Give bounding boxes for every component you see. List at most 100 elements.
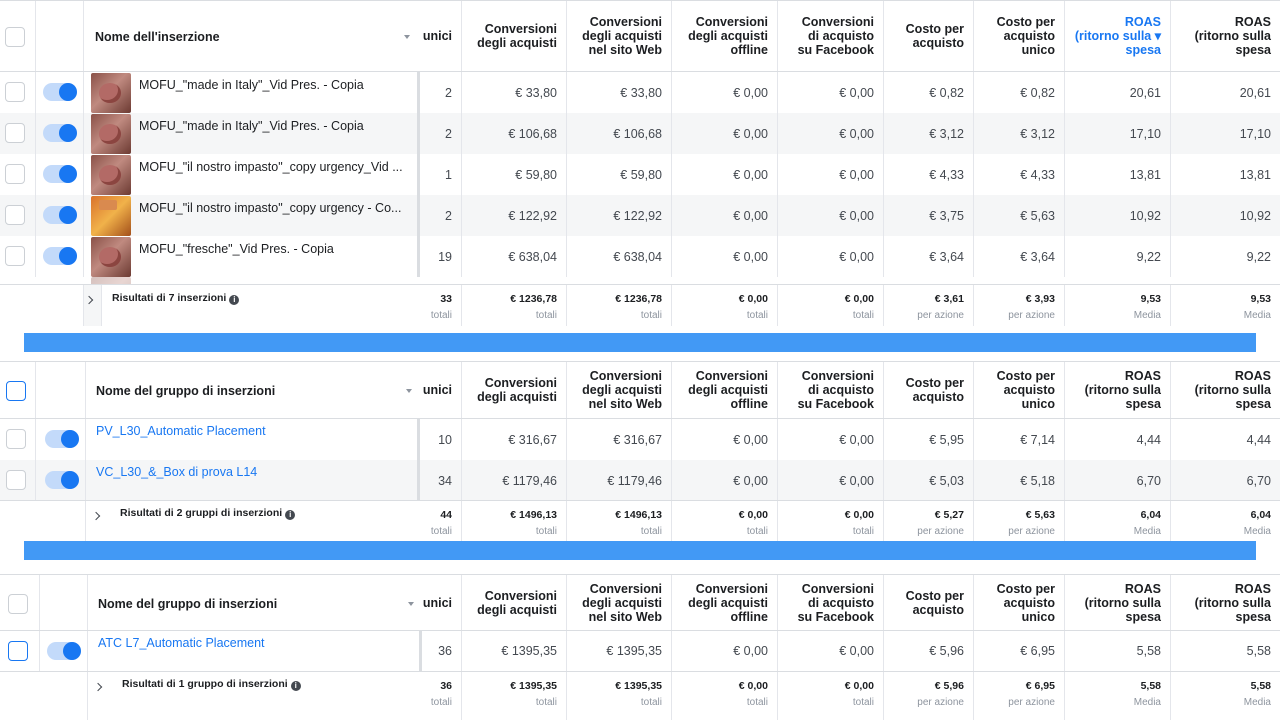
info-icon[interactable]: i xyxy=(290,681,301,691)
sort-caret-icon[interactable] xyxy=(406,389,412,393)
column-header-costo-unico[interactable]: Costo per acquisto unico xyxy=(974,1,1065,71)
column-header-conv-facebook[interactable]: Conversioni di acquisto su Facebook xyxy=(778,362,884,418)
column-header-costo-acquisto[interactable]: Costo per acquisto xyxy=(884,1,974,71)
summary-row: Risultati di 7 inserzioni i 33 totali € 12… xyxy=(0,284,1280,326)
status-toggle[interactable] xyxy=(43,165,77,183)
column-header-roas[interactable]: ROAS (ritorno sulla spesa xyxy=(1171,1,1280,71)
table-row: MOFU_"made in Italy"_Vid Pres. - Copia 2 €… xyxy=(0,72,1280,113)
column-header-roas-2[interactable]: ROAS (ritorno sulla spesa xyxy=(1171,362,1280,418)
cell-costo: € 5,03 xyxy=(884,460,974,501)
column-header-roas-sorted[interactable]: ROAS (ritorno sulla ▾ spesa xyxy=(1065,1,1171,71)
ad-thumbnail[interactable] xyxy=(91,114,131,154)
row-checkbox[interactable] xyxy=(8,641,28,661)
info-icon[interactable]: i xyxy=(285,510,296,520)
row-checkbox[interactable] xyxy=(5,246,25,266)
cell-unici: 2 xyxy=(420,195,462,236)
separator-band xyxy=(24,333,1256,352)
row-checkbox[interactable] xyxy=(6,429,26,449)
chevron-right-icon[interactable] xyxy=(93,682,103,692)
adset-name-link[interactable]: VC_L30_&_Box di prova L14 xyxy=(96,465,257,479)
column-header-roas[interactable]: ROAS (ritorno sulla spesa xyxy=(1065,575,1171,630)
column-header-conv-facebook[interactable]: Conversioni di acquisto su Facebook xyxy=(778,575,884,630)
column-header-conv-offline[interactable]: Conversioni degli acquisti offline xyxy=(672,1,778,71)
row-checkbox[interactable] xyxy=(5,164,25,184)
select-all-checkbox[interactable] xyxy=(5,27,25,47)
summary-costo-unico: € 6,95 per azione xyxy=(974,672,1065,720)
column-header-unici[interactable]: unici xyxy=(422,575,462,630)
ad-thumbnail[interactable] xyxy=(91,73,131,113)
cell-web: € 1395,35 xyxy=(567,631,672,671)
cell-roas1: 5,58 xyxy=(1065,631,1171,671)
column-header-conv-offline[interactable]: Conversioni degli acquisti offline xyxy=(672,575,778,630)
select-all-checkbox[interactable] xyxy=(8,594,28,614)
column-header-costo-unico[interactable]: Costo per acquisto unico xyxy=(974,575,1065,630)
column-header-unici[interactable]: unici xyxy=(420,1,462,71)
column-header-unici[interactable]: unici xyxy=(420,362,462,418)
status-toggle[interactable] xyxy=(43,124,77,142)
cell-costo: € 4,33 xyxy=(884,154,974,195)
cell-roas2: 9,22 xyxy=(1246,249,1271,264)
status-toggle[interactable] xyxy=(45,430,79,448)
ad-name[interactable]: MOFU_"made in Italy"_Vid Pres. - Copia xyxy=(139,78,409,92)
sort-caret-icon[interactable] xyxy=(408,602,414,606)
info-icon[interactable]: i xyxy=(229,295,240,305)
row-checkbox[interactable] xyxy=(5,205,25,225)
column-header-conv-facebook[interactable]: Conversioni di acquisto su Facebook xyxy=(778,1,884,71)
status-toggle[interactable] xyxy=(47,642,81,660)
adset-name-link[interactable]: ATC L7_Automatic Placement xyxy=(98,636,265,650)
cell-fb: € 0,00 xyxy=(778,72,884,113)
ads-table-panel: Nome dell'inserzione unici Conversioni d… xyxy=(0,0,1280,326)
ad-name[interactable]: MOFU_"made in Italy"_Vid Pres. - Copia xyxy=(139,119,409,133)
cell-web: € 106,68 xyxy=(567,113,672,154)
ad-name[interactable]: MOFU_"il nostro impasto"_copy urgency - … xyxy=(139,201,409,215)
status-toggle[interactable] xyxy=(45,471,79,489)
column-header-conv-acquisti[interactable]: Conversioni degli acquisti xyxy=(462,362,567,418)
ad-thumbnail[interactable] xyxy=(91,155,131,195)
column-header-conv-web[interactable]: Conversioni degli acquisti nel sito Web xyxy=(567,575,672,630)
column-header-conv-web[interactable]: Conversioni degli acquisti nel sito Web xyxy=(567,362,672,418)
ad-name[interactable]: MOFU_"fresche"_Vid Pres. - Copia xyxy=(139,242,409,256)
column-header-costo-acquisto[interactable]: Costo per acquisto xyxy=(884,575,974,630)
status-toggle[interactable] xyxy=(43,247,77,265)
ad-thumbnail[interactable] xyxy=(91,237,131,277)
summary-unici: 33 totali xyxy=(420,285,462,326)
ad-thumbnail[interactable] xyxy=(91,277,131,284)
status-toggle[interactable] xyxy=(43,83,77,101)
column-header-costo-acquisto[interactable]: Costo per acquisto xyxy=(884,362,974,418)
column-header-conv-acquisti[interactable]: Conversioni degli acquisti xyxy=(462,575,567,630)
row-checkbox[interactable] xyxy=(5,123,25,143)
column-header-conv-offline[interactable]: Conversioni degli acquisti offline xyxy=(672,362,778,418)
column-header-name[interactable]: Nome del gruppo di inserzioni xyxy=(98,597,277,611)
table-row: PV_L30_Automatic Placement 10 € 316,67 € 31… xyxy=(0,419,1280,460)
cell-roas2: 20,61 xyxy=(1239,85,1271,100)
ad-thumbnail[interactable] xyxy=(91,196,131,236)
adset-name-link[interactable]: PV_L30_Automatic Placement xyxy=(96,424,266,438)
status-toggle[interactable] xyxy=(43,206,77,224)
table-header: Nome del gruppo di inserzioni unici Conv… xyxy=(0,574,1280,631)
column-header-conv-acquisti[interactable]: Conversioni degli acquisti xyxy=(462,1,567,71)
table-row: MOFU_"il nostro impasto"_copy urgency_Vi… xyxy=(0,154,1280,195)
cell-conv: € 1395,35 xyxy=(462,631,567,671)
table-row: MOFU_"il nostro impasto"_copy urgency - … xyxy=(0,195,1280,236)
cell-roas1: 6,70 xyxy=(1065,460,1171,501)
cell-costo: € 3,64 xyxy=(884,236,974,277)
column-header-name[interactable]: Nome dell'inserzione xyxy=(95,30,220,44)
summary-roas1: 9,53 Media xyxy=(1065,285,1171,326)
select-all-checkbox[interactable] xyxy=(6,381,26,401)
summary-unici: 44 totali xyxy=(420,501,462,541)
sort-caret-icon[interactable] xyxy=(404,35,410,39)
column-header-costo-unico[interactable]: Costo per acquisto unico xyxy=(974,362,1065,418)
column-header-conv-web[interactable]: Conversioni degli acquisti nel sito Web xyxy=(567,1,672,71)
column-header-roas[interactable]: ROAS (ritorno sulla spesa xyxy=(1065,362,1171,418)
chevron-right-icon[interactable] xyxy=(91,511,101,521)
column-header-roas-2[interactable]: ROAS (ritorno sulla spesa xyxy=(1171,575,1280,630)
cell-roas2: 6,70 xyxy=(1246,473,1271,488)
cell-roas2: 10,92 xyxy=(1239,208,1271,223)
row-checkbox[interactable] xyxy=(6,470,26,490)
row-checkbox[interactable] xyxy=(5,82,25,102)
ad-name[interactable]: MOFU_"il nostro impasto"_copy urgency_Vi… xyxy=(139,160,409,174)
column-header-name[interactable]: Nome del gruppo di inserzioni xyxy=(96,384,275,398)
summary-conv: € 1236,78 totali xyxy=(462,285,567,326)
cell-fb: € 0,00 xyxy=(778,154,884,195)
summary-row: Risultati di 2 gruppi di inserzioni i 44 t… xyxy=(0,500,1280,541)
